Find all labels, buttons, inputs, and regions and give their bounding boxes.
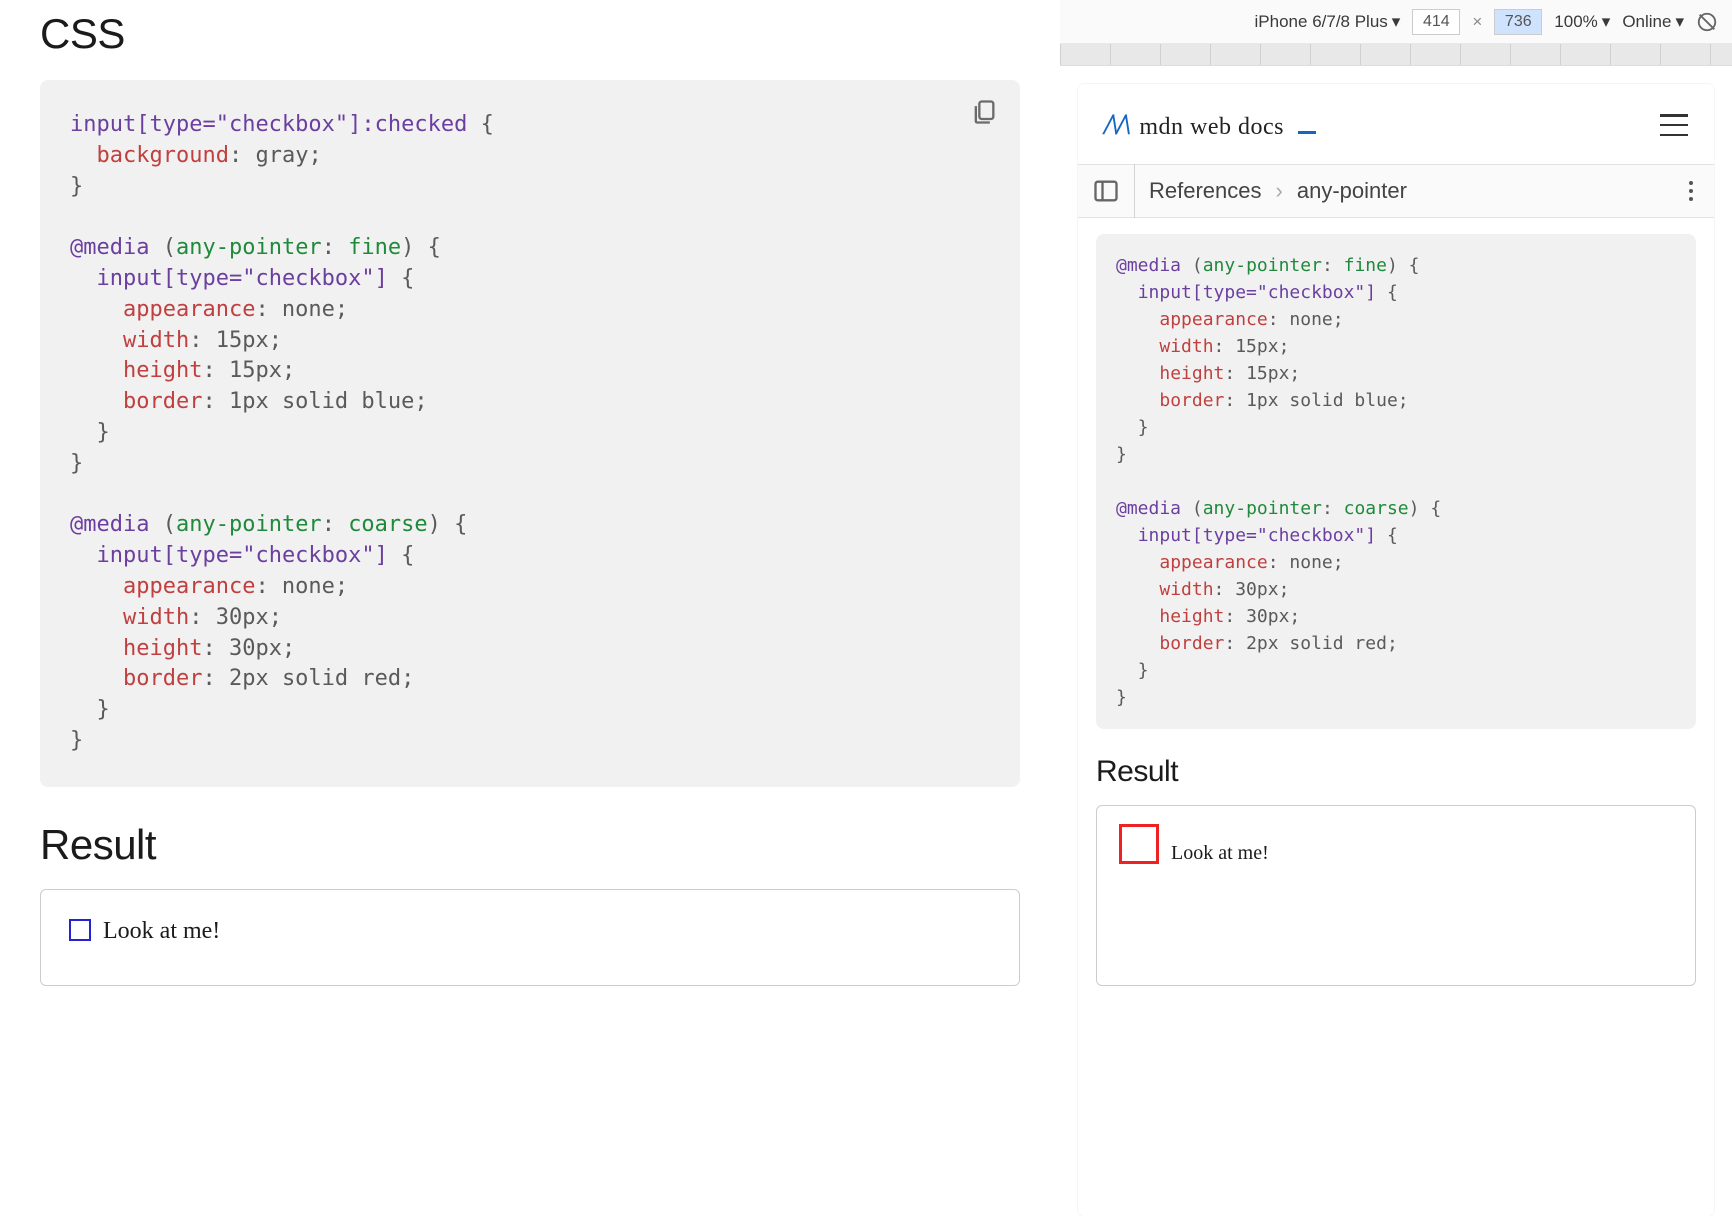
zoom-select[interactable]: 100%▾	[1554, 12, 1610, 32]
result-heading: Result	[40, 821, 1020, 869]
mobile-code-block: @media (any-pointer: fine) { input[type=…	[1096, 234, 1696, 729]
mobile-content: @media (any-pointer: fine) { input[type=…	[1078, 218, 1714, 986]
sidebar-toggle-icon[interactable]	[1092, 177, 1120, 205]
breadcrumb-references[interactable]: References	[1149, 178, 1262, 204]
device-select[interactable]: iPhone 6/7/8 Plus▾	[1255, 12, 1401, 32]
devtools-responsive-pane: iPhone 6/7/8 Plus▾ × 100%▾ Online▾ /\/\ …	[1060, 0, 1732, 1216]
hamburger-icon[interactable]	[1660, 114, 1688, 136]
result-checkbox-fine[interactable]	[69, 919, 91, 941]
mdn-logo-text: mdn web docs	[1139, 114, 1284, 141]
throttle-select[interactable]: Online▾	[1622, 12, 1684, 32]
mobile-result-label: Look at me!	[1171, 842, 1269, 865]
crumb-divider	[1134, 164, 1135, 218]
mobile-result-preview: Look at me!	[1096, 805, 1696, 986]
css-heading: CSS	[40, 10, 1020, 58]
css-code-block: input[type="checkbox"]:checked { backgro…	[40, 80, 1020, 787]
mobile-result-heading: Result	[1096, 755, 1696, 789]
copy-icon[interactable]	[970, 98, 998, 126]
mdn-logo-icon: /\/\	[1104, 108, 1129, 142]
viewport-height-input[interactable]	[1494, 9, 1542, 35]
breadcrumb: References › any-pointer	[1078, 164, 1714, 218]
mdn-cursor-icon	[1298, 131, 1316, 134]
result-checkbox-coarse[interactable]	[1119, 824, 1159, 864]
devtools-ruler	[1060, 44, 1732, 66]
result-preview: Look at me!	[40, 889, 1020, 986]
mdn-header: /\/\ mdn web docs	[1078, 84, 1714, 164]
kebab-icon[interactable]	[1682, 181, 1700, 201]
dim-separator: ×	[1472, 12, 1482, 32]
result-label: Look at me!	[103, 918, 220, 945]
rotate-icon[interactable]	[1696, 11, 1718, 33]
chevron-right-icon: ›	[1276, 178, 1283, 204]
mdn-logo[interactable]: /\/\ mdn web docs	[1104, 108, 1316, 142]
viewport-width-input[interactable]	[1412, 9, 1460, 35]
breadcrumb-current[interactable]: any-pointer	[1297, 178, 1407, 204]
mobile-screen: /\/\ mdn web docs References › any-point…	[1078, 84, 1714, 1216]
docs-main-pane: CSS input[type="checkbox"]:checked { bac…	[0, 0, 1060, 1216]
devtools-toolbar: iPhone 6/7/8 Plus▾ × 100%▾ Online▾	[1060, 0, 1732, 44]
mobile-frame: /\/\ mdn web docs References › any-point…	[1060, 66, 1732, 1216]
